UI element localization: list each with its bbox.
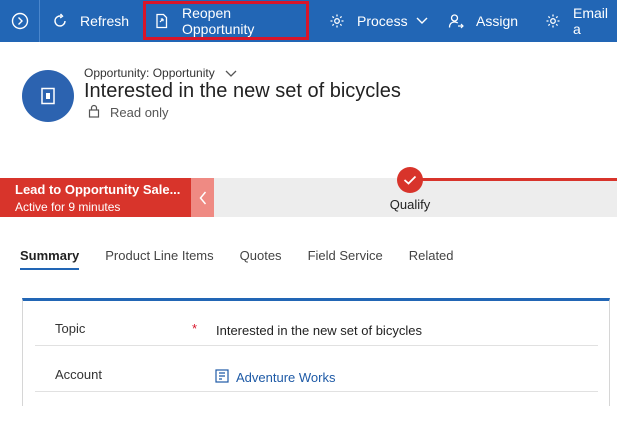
required-indicator: * <box>192 321 198 336</box>
process-collapse-button[interactable] <box>191 178 214 217</box>
account-lookup-link[interactable]: Adventure Works <box>215 369 335 386</box>
chevron-down-icon <box>225 67 237 80</box>
reopen-opportunity-label: Reopen Opportunity <box>182 4 255 37</box>
tab-field-service[interactable]: Field Service <box>308 248 383 270</box>
topic-field[interactable]: Interested in the new set of bicycles <box>216 323 422 338</box>
record-avatar <box>22 70 74 122</box>
active-process-flyout[interactable]: Lead to Opportunity Sale... Active for 9… <box>0 178 191 217</box>
tab-product-line-items[interactable]: Product Line Items <box>105 248 213 270</box>
topic-field-row: Topic * Interested in the new set of bic… <box>35 301 598 346</box>
email-gear-icon <box>545 13 561 29</box>
form-tabs: Summary Product Line Items Quotes Field … <box>20 248 480 270</box>
page-bottom-edge <box>0 406 617 425</box>
tab-related[interactable]: Related <box>409 248 454 270</box>
process-label: Process <box>357 13 408 29</box>
stage-qualify-marker[interactable] <box>397 167 423 193</box>
account-lookup-value: Adventure Works <box>236 370 336 385</box>
refresh-label: Refresh <box>80 13 130 29</box>
reopen-opportunity-button[interactable]: Reopen Opportunity <box>143 1 309 40</box>
tab-quotes[interactable]: Quotes <box>240 248 282 270</box>
check-icon <box>403 175 417 185</box>
email-link-button[interactable]: Email a <box>545 0 617 42</box>
navigation-button[interactable] <box>0 0 40 42</box>
stage-qualify-label[interactable]: Qualify <box>370 197 450 212</box>
opportunity-document-icon <box>41 87 55 105</box>
refresh-button[interactable]: Refresh <box>52 0 129 42</box>
account-record-icon <box>215 369 229 386</box>
record-title: Interested in the new set of bicycles <box>84 80 401 102</box>
read-only-indicator: Read only <box>88 104 169 121</box>
email-label: Email a <box>573 5 609 37</box>
entity-form-selector[interactable]: Opportunity: Opportunity <box>84 66 237 80</box>
tab-summary[interactable]: Summary <box>20 248 80 270</box>
assign-button[interactable]: Assign <box>448 0 518 42</box>
lock-icon <box>88 104 100 121</box>
chevron-down-icon <box>416 17 428 25</box>
chevron-right-circle-icon <box>11 12 28 30</box>
process-button[interactable]: Process <box>329 0 428 42</box>
process-gear-icon <box>329 13 345 29</box>
account-field-row: Account Adventure Works <box>35 347 598 392</box>
refresh-icon <box>52 13 68 29</box>
account-label: Account <box>55 367 102 382</box>
chevron-left-icon <box>199 191 206 204</box>
reopen-document-icon <box>154 13 170 29</box>
command-bar: Refresh Reopen Opportunity Process Assig… <box>0 0 617 42</box>
topic-label: Topic <box>55 321 86 336</box>
stage-progress-line <box>420 178 617 181</box>
summary-section-card: Topic * Interested in the new set of bic… <box>22 298 610 408</box>
assign-label: Assign <box>476 13 519 29</box>
process-duration: Active for 9 minutes <box>15 200 121 214</box>
entity-form-label: Opportunity: Opportunity <box>84 66 215 80</box>
assign-person-icon <box>448 13 464 29</box>
process-name: Lead to Opportunity Sale... <box>15 182 181 197</box>
read-only-label: Read only <box>110 105 169 120</box>
